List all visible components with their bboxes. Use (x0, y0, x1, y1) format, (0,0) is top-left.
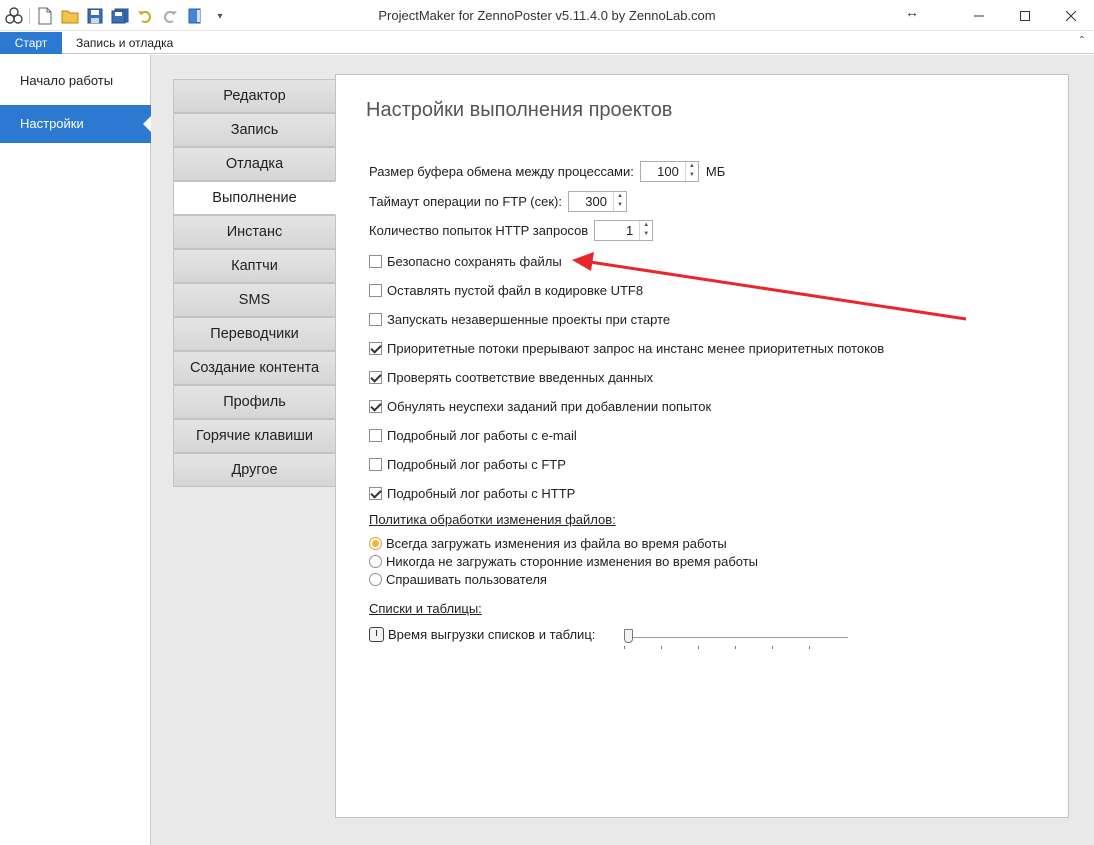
slider-tick (661, 646, 662, 649)
checkbox-safe-save[interactable]: Безопасно сохранять файлы (369, 250, 562, 272)
tab-hotkeys[interactable]: Горячие клавиши (173, 419, 336, 453)
checkbox-label: Подробный лог работы с FTP (387, 456, 566, 472)
stepper-down-icon[interactable]: ▼ (640, 230, 652, 240)
checkbox-box[interactable] (369, 457, 382, 471)
radio-button[interactable] (369, 536, 382, 550)
radio-label: Спрашивать пользователя (386, 571, 547, 587)
radio-button[interactable] (369, 554, 382, 568)
tab-record[interactable]: Запись (173, 113, 336, 147)
unload-time-slider[interactable] (624, 629, 848, 651)
buffer-size-label: Размер буфера обмена между процессами: (369, 163, 634, 179)
ribbon-tab-record-debug[interactable]: Запись и отладка (64, 32, 185, 54)
tab-execution[interactable]: Выполнение (173, 181, 336, 215)
tab-editor[interactable]: Редактор (173, 79, 336, 113)
slider-tick (624, 646, 625, 649)
title-bar: ▾ ProjectMaker for ZennoPoster v5.11.4.0… (0, 0, 1094, 31)
stepper-up-icon[interactable]: ▲ (686, 162, 698, 172)
radio-label: Никогда не загружать сторонние изменения… (386, 553, 759, 569)
buffer-size-stepper[interactable]: 100 ▲ ▼ (639, 160, 699, 182)
checkbox-empty-utf8[interactable]: Оставлять пустой файл в кодировке UTF8 (369, 279, 643, 301)
tab-translators[interactable]: Переводчики (173, 317, 336, 351)
radio-label: Всегда загружать изменения из файла во в… (386, 535, 727, 551)
ftp-timeout-row: Таймаут операции по FTP (сек): 300 ▲ ▼ (369, 190, 627, 212)
checkbox-label: Оставлять пустой файл в кодировке UTF8 (387, 282, 644, 298)
window-title: ProjectMaker for ZennoPoster v5.11.4.0 b… (378, 8, 716, 23)
checkbox-log-ftp[interactable]: Подробный лог работы с FTP (369, 453, 566, 475)
radio-ask-user[interactable]: Спрашивать пользователя (369, 568, 547, 590)
checkbox-box[interactable] (369, 399, 382, 413)
http-retries-value[interactable]: 1 (595, 221, 639, 240)
checkbox-priority-threads[interactable]: Приоритетные потоки прерывают запрос на … (369, 337, 884, 359)
clock-icon (369, 626, 384, 642)
slider-tick (698, 646, 699, 649)
buffer-size-value[interactable]: 100 (641, 162, 685, 181)
slider-tick (772, 646, 773, 649)
ribbon-tab-bar: Старт Запись и отладка ⌃ (0, 31, 1094, 54)
radio-button[interactable] (369, 572, 382, 586)
stepper-up-icon[interactable]: ▲ (640, 221, 652, 231)
checkbox-label: Проверять соответствие введенных данных (387, 369, 654, 385)
slider-track[interactable] (624, 637, 848, 638)
unload-time-label: Время выгрузки списков и таблиц: (388, 626, 596, 642)
checkbox-label: Подробный лог работы с e-mail (387, 427, 577, 443)
nav-item-settings[interactable]: Настройки (0, 105, 151, 143)
tab-debug[interactable]: Отладка (173, 147, 336, 181)
checkbox-label: Подробный лог работы с HTTP (387, 485, 576, 501)
checkbox-label: Безопасно сохранять файлы (387, 253, 562, 269)
http-retries-stepper[interactable]: 1 ▲ ▼ (594, 219, 654, 241)
checkbox-reset-failures[interactable]: Обнулять неуспехи заданий при добавлении… (369, 395, 711, 417)
tab-captcha[interactable]: Каптчи (173, 249, 336, 283)
collapse-ribbon-icon[interactable]: ⌃ (1078, 35, 1086, 46)
stepper-down-icon[interactable]: ▼ (614, 201, 626, 211)
checkbox-box[interactable] (369, 254, 382, 268)
window-controls (956, 0, 1094, 31)
checkbox-box[interactable] (369, 283, 382, 297)
checkbox-resume-projects[interactable]: Запускать незавершенные проекты при стар… (369, 308, 670, 330)
left-navigation: Начало работы Настройки (0, 55, 151, 845)
nav-item-getting-started[interactable]: Начало работы (0, 62, 151, 100)
checkbox-label: Обнулять неуспехи заданий при добавлении… (387, 398, 712, 414)
panel-title: Настройки выполнения проектов (366, 99, 673, 121)
checkbox-log-http[interactable]: Подробный лог работы с HTTP (369, 482, 575, 504)
http-retries-label: Количество попыток HTTP запросов (369, 222, 589, 238)
checkbox-validate-input[interactable]: Проверять соответствие введенных данных (369, 366, 653, 388)
execution-settings-panel: Настройки выполнения проектов Размер буф… (335, 74, 1069, 818)
http-retries-row: Количество попыток HTTP запросов 1 ▲ ▼ (369, 219, 654, 241)
ftp-timeout-value[interactable]: 300 (569, 192, 613, 211)
checkbox-box[interactable] (369, 341, 382, 355)
tab-instance[interactable]: Инстанс (173, 215, 336, 249)
slider-thumb[interactable] (624, 629, 633, 643)
slider-tick (809, 646, 810, 649)
tab-other[interactable]: Другое (173, 453, 336, 487)
checkbox-box[interactable] (369, 312, 382, 326)
stepper-up-icon[interactable]: ▲ (614, 192, 626, 202)
slider-tick (735, 646, 736, 649)
unload-time-row: Время выгрузки списков и таблиц: (369, 623, 595, 645)
maximize-button[interactable] (1002, 0, 1048, 31)
buffer-size-row: Размер буфера обмена между процессами: 1… (369, 160, 725, 182)
checkbox-log-email[interactable]: Подробный лог работы с e-mail (369, 424, 577, 446)
buffer-size-unit: МБ (705, 163, 726, 179)
checkbox-box[interactable] (369, 428, 382, 442)
resize-horizontal-icon[interactable]: ↔ (905, 4, 919, 20)
ribbon-tab-start[interactable]: Старт (0, 32, 62, 54)
checkbox-box[interactable] (369, 370, 382, 384)
tab-sms[interactable]: SMS (173, 283, 336, 317)
stepper-down-icon[interactable]: ▼ (686, 171, 698, 181)
file-policy-heading: Политика обработки изменения файлов: (369, 512, 616, 527)
close-button[interactable] (1048, 0, 1094, 31)
ftp-timeout-stepper[interactable]: 300 ▲ ▼ (567, 190, 627, 212)
checkbox-box[interactable] (369, 486, 382, 500)
tab-profile[interactable]: Профиль (173, 385, 336, 419)
lists-heading: Списки и таблицы: (369, 601, 482, 616)
tab-content-creation[interactable]: Создание контента (173, 351, 336, 385)
minimize-button[interactable] (956, 0, 1002, 31)
ftp-timeout-label: Таймаут операции по FTP (сек): (369, 193, 562, 209)
checkbox-label: Приоритетные потоки прерывают запрос на … (387, 340, 885, 356)
checkbox-label: Запускать незавершенные проекты при стар… (387, 311, 671, 327)
